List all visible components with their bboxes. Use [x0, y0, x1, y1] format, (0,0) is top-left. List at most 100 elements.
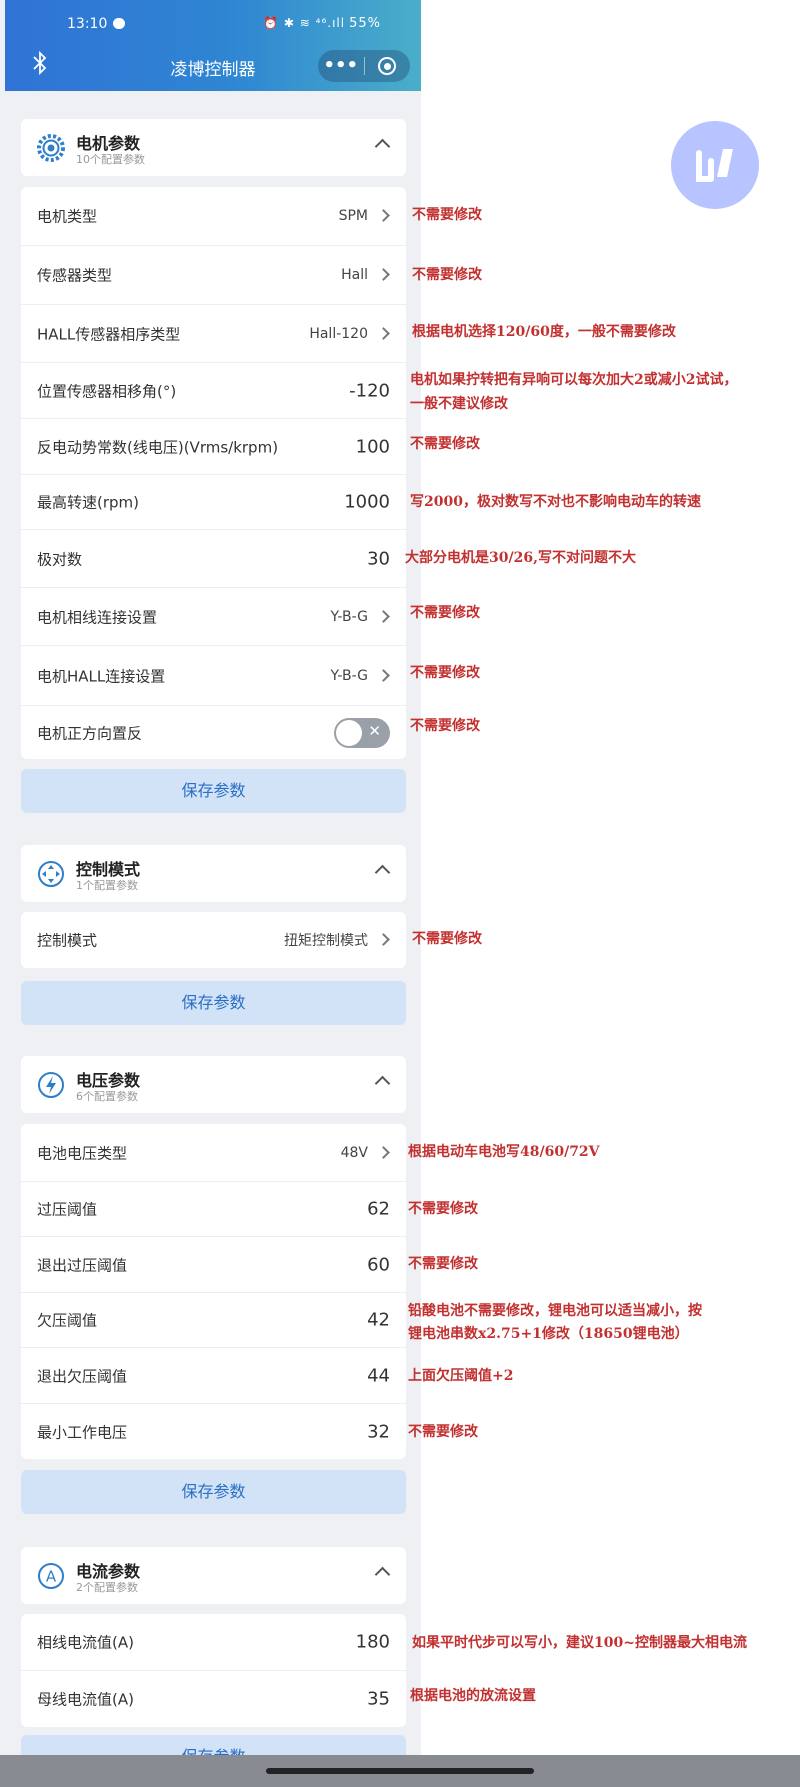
note-pole-pairs: 大部分电机是30/26,写不对问题不大 — [405, 550, 636, 566]
param-value[interactable]: 32 — [367, 1421, 390, 1442]
param-row-phase-connection[interactable]: 电机相线连接设置 Y-B-G — [21, 588, 406, 646]
param-value[interactable]: -120 — [349, 380, 390, 401]
section-header-voltage[interactable]: 电压参数 6个配置参数 — [21, 1056, 406, 1113]
control-mode-icon — [38, 861, 64, 887]
param-value: 扭矩控制模式 — [284, 933, 368, 949]
param-label: 欠压阈值 — [37, 1311, 98, 1330]
chevron-right-icon — [377, 668, 390, 682]
param-label: 相线电流值(A) — [37, 1633, 134, 1652]
param-value: Hall — [341, 267, 368, 283]
param-value: Y-B-G — [330, 667, 368, 684]
param-label: 位置传感器相移角(°) — [37, 382, 177, 400]
collapse-chevron-icon[interactable] — [374, 1566, 391, 1583]
section-subtitle: 1个配置参数 — [76, 879, 138, 892]
param-label: 电池电压类型 — [37, 1144, 128, 1162]
note-undervoltage-line2: 锂电池串数x2.75+1修改（18650锂电池） — [408, 1326, 689, 1342]
param-row-sensor-type[interactable]: 传感器类型 Hall — [21, 246, 406, 305]
save-control-params-button[interactable]: 保存参数 — [21, 981, 406, 1025]
param-row-exit-undervoltage[interactable]: 退出欠压阈值 44 — [21, 1348, 406, 1404]
more-menu-button[interactable]: ••• — [318, 50, 364, 82]
param-value[interactable]: 100 — [356, 436, 390, 457]
logo-mark-icon — [696, 149, 733, 182]
status-icons: ⏰ ✱ ≋ ⁴⁶.ıll 55% — [263, 16, 381, 31]
current-params-list: 相线电流值(A) 180 母线电流值(A) 35 — [21, 1614, 406, 1727]
param-label: 过压阈值 — [37, 1200, 98, 1219]
param-value[interactable]: 60 — [367, 1254, 390, 1275]
note-phase-shift-line2: 一般不建议修改 — [410, 396, 508, 412]
chevron-right-icon — [377, 268, 390, 281]
param-row-exit-overvoltage[interactable]: 退出过压阈值 60 — [21, 1237, 406, 1293]
param-label: 电机HALL连接设置 — [37, 667, 166, 685]
param-value[interactable]: 44 — [367, 1365, 390, 1386]
collapse-chevron-icon[interactable] — [374, 1075, 391, 1092]
chevron-right-icon — [377, 209, 390, 222]
param-value[interactable]: 1000 — [344, 492, 390, 513]
save-voltage-params-button[interactable]: 保存参数 — [21, 1470, 406, 1514]
param-value[interactable]: 35 — [367, 1689, 390, 1710]
param-value[interactable]: 62 — [367, 1199, 390, 1220]
note-hall-connection: 不需要修改 — [410, 665, 480, 681]
param-value: Y-B-G — [330, 608, 368, 625]
param-row-undervoltage[interactable]: 欠压阈值 42 — [21, 1293, 406, 1348]
note-battery-voltage-type: 根据电动车电池写48/60/72V — [408, 1144, 600, 1160]
param-row-phase-current[interactable]: 相线电流值(A) 180 — [21, 1614, 406, 1671]
param-row-pole-pairs[interactable]: 极对数 30 — [21, 530, 406, 588]
param-value[interactable]: 30 — [367, 548, 390, 569]
param-row-phase-shift-angle[interactable]: 位置传感器相移角(°) -120 — [21, 363, 406, 419]
param-row-control-mode[interactable]: 控制模式 扭矩控制模式 — [21, 912, 406, 968]
close-mini-program-button[interactable] — [364, 57, 410, 75]
param-row-hall-connection[interactable]: 电机HALL连接设置 Y-B-G — [21, 646, 406, 706]
status-bar: 13:10 ⏰ ✱ ≋ ⁴⁶.ıll 55% — [5, 0, 421, 48]
toggle-knob — [336, 719, 362, 746]
app-header: 13:10 ⏰ ✱ ≋ ⁴⁶.ıll 55% 凌博控制器 ••• — [5, 0, 421, 91]
note-bus-current: 根据电池的放流设置 — [410, 1688, 536, 1704]
param-label: 母线电流值(A) — [37, 1690, 134, 1709]
section-subtitle: 10个配置参数 — [76, 153, 145, 166]
param-row-min-working-voltage[interactable]: 最小工作电压 32 — [21, 1404, 406, 1459]
home-indicator[interactable] — [266, 1768, 534, 1774]
ampere-icon: A — [38, 1563, 64, 1589]
note-min-working-voltage: 不需要修改 — [408, 1424, 478, 1440]
note-phase-shift-line1: 电机如果拧转把有异响可以每次加大2或减小2试试， — [410, 372, 738, 388]
param-row-overvoltage[interactable]: 过压阈值 62 — [21, 1182, 406, 1237]
note-motor-type: 不需要修改 — [412, 207, 482, 223]
param-label: 传感器类型 — [37, 266, 113, 285]
param-value[interactable]: 42 — [367, 1310, 390, 1331]
param-value[interactable]: 180 — [356, 1632, 390, 1653]
voltage-params-list: 电池电压类型 48V 过压阈值 62 退出过压阈值 60 欠压阈值 42 退出欠… — [21, 1124, 406, 1459]
param-value: SPM — [338, 208, 368, 224]
note-overvoltage: 不需要修改 — [408, 1201, 478, 1217]
motor-params-list: 电机类型 SPM 传感器类型 Hall HALL传感器相序类型 Hall-120… — [21, 187, 406, 759]
param-row-back-emf[interactable]: 反电动势常数(线电压)(Vrms/krpm) 100 — [21, 419, 406, 475]
collapse-chevron-icon[interactable] — [374, 864, 391, 881]
param-row-hall-phase-type[interactable]: HALL传感器相序类型 Hall-120 — [21, 305, 406, 363]
note-control-mode: 不需要修改 — [412, 931, 482, 947]
chevron-right-icon — [377, 933, 390, 946]
note-reverse-direction: 不需要修改 — [410, 718, 480, 734]
chat-icon — [113, 18, 125, 29]
param-label: 最小工作电压 — [37, 1423, 128, 1441]
param-value: Hall-120 — [309, 325, 368, 342]
param-row-battery-voltage-type[interactable]: 电池电压类型 48V — [21, 1124, 406, 1182]
reverse-direction-toggle[interactable]: ✕ — [334, 717, 390, 748]
param-value: 48V — [340, 1144, 368, 1161]
section-header-motor[interactable]: 电机参数 10个配置参数 — [21, 119, 406, 176]
param-row-max-speed[interactable]: 最高转速(rpm) 1000 — [21, 475, 406, 530]
chevron-right-icon — [377, 1145, 390, 1159]
param-label: 电机相线连接设置 — [37, 608, 158, 626]
collapse-chevron-icon[interactable] — [374, 138, 391, 155]
save-motor-params-button[interactable]: 保存参数 — [21, 769, 406, 813]
param-label: 极对数 — [37, 550, 83, 568]
param-label: 电机正方向置反 — [37, 724, 143, 742]
section-header-control[interactable]: 控制模式 1个配置参数 — [21, 845, 406, 902]
lightning-icon — [38, 1072, 64, 1098]
close-icon: ✕ — [368, 721, 381, 740]
param-label: 电机类型 — [37, 207, 98, 226]
param-label: HALL传感器相序类型 — [37, 325, 181, 343]
param-row-motor-type[interactable]: 电机类型 SPM — [21, 187, 406, 246]
control-params-list: 控制模式 扭矩控制模式 — [21, 912, 406, 968]
note-phase-connection: 不需要修改 — [410, 605, 480, 621]
section-header-current[interactable]: A 电流参数 2个配置参数 — [21, 1547, 406, 1604]
note-max-speed: 写2000，极对数写不对也不影响电动车的转速 — [410, 494, 701, 510]
param-row-bus-current[interactable]: 母线电流值(A) 35 — [21, 1671, 406, 1727]
